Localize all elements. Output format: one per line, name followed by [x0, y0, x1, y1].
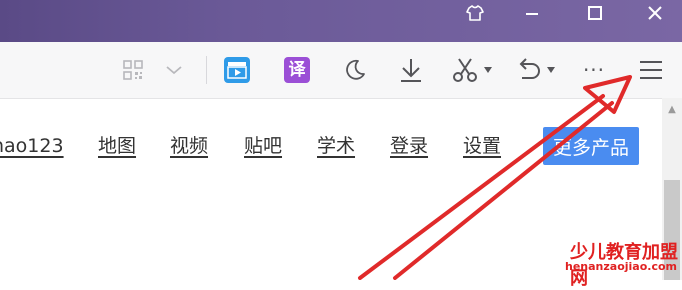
download-icon	[401, 59, 421, 82]
download-button[interactable]	[394, 52, 428, 88]
nav-link-map[interactable]: 地图	[98, 131, 136, 161]
dark-mode-button[interactable]	[338, 52, 372, 88]
nav-link-login[interactable]: 登录	[390, 131, 428, 161]
video-icon	[224, 57, 250, 83]
undo-icon	[519, 58, 540, 79]
nav-link-scholar[interactable]: 学术	[317, 131, 355, 161]
skin-icon	[466, 5, 484, 21]
video-button[interactable]	[220, 52, 254, 88]
undo-button[interactable]	[508, 52, 562, 88]
close-button[interactable]	[635, 0, 675, 26]
qr-code-icon	[123, 60, 143, 80]
window-titlebar	[0, 0, 682, 42]
chevron-down-icon	[166, 66, 182, 75]
scissors-icon	[453, 58, 477, 82]
nav-link-hao123[interactable]: hao123	[0, 131, 64, 161]
menu-button[interactable]	[634, 52, 668, 88]
caret-down-icon	[484, 67, 492, 73]
toolbar-divider	[206, 56, 207, 84]
moon-icon	[346, 59, 365, 80]
screenshot-button[interactable]	[446, 52, 498, 88]
qr-code-button[interactable]	[118, 52, 148, 88]
maximize-button[interactable]	[575, 0, 615, 26]
maximize-icon	[588, 6, 602, 20]
translate-icon: 译	[284, 57, 310, 83]
menu-icon	[640, 61, 662, 79]
minimize-icon	[526, 13, 538, 15]
caret-down-icon	[547, 67, 555, 73]
more-icon: ···	[582, 58, 606, 82]
browser-toolbar: 译 ···	[0, 42, 682, 99]
more-button[interactable]: ···	[577, 52, 611, 88]
nav-link-settings[interactable]: 设置	[463, 131, 501, 161]
translate-button[interactable]: 译	[280, 52, 314, 88]
dropdown-button[interactable]	[160, 52, 188, 88]
scroll-up-arrow-icon[interactable]: ▲	[662, 102, 682, 116]
watermark-url: henanzaojiao.com	[565, 260, 677, 273]
close-icon	[648, 6, 662, 20]
more-products-button[interactable]: 更多产品	[543, 127, 639, 165]
skin-button[interactable]	[455, 0, 495, 26]
minimize-button[interactable]	[512, 0, 552, 26]
nav-link-tieba[interactable]: 贴吧	[244, 131, 282, 161]
nav-link-video[interactable]: 视频	[170, 131, 208, 161]
